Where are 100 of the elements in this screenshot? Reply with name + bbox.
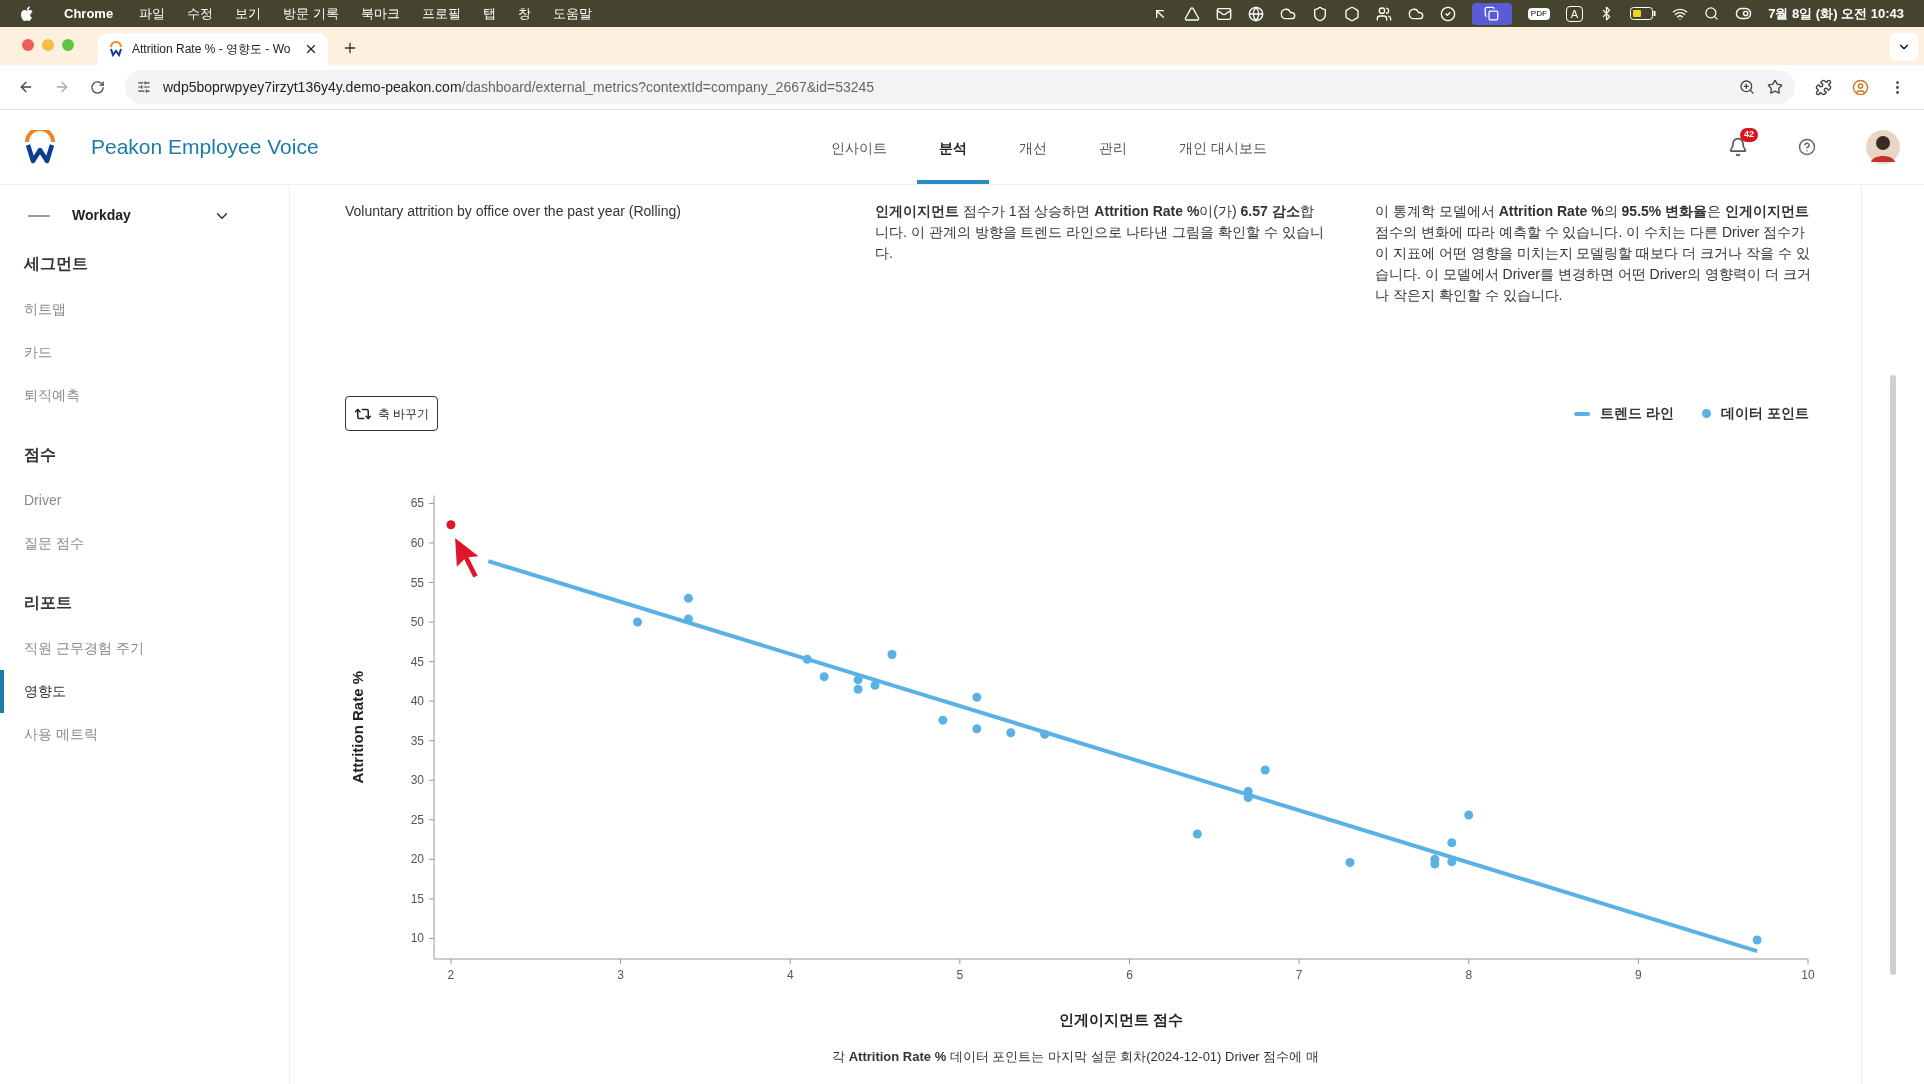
menu-item[interactable]: 프로필 bbox=[421, 3, 461, 24]
extensions-icon[interactable] bbox=[1815, 78, 1832, 96]
input-source-icon[interactable]: A bbox=[1565, 5, 1584, 22]
menu-item[interactable]: 창 bbox=[517, 3, 531, 24]
new-tab-icon[interactable] bbox=[342, 40, 358, 56]
nav-tab[interactable]: 분석 bbox=[916, 110, 989, 184]
nav-tab[interactable]: 개선 bbox=[996, 110, 1069, 184]
data-point[interactable] bbox=[819, 672, 829, 682]
pdf-status-icon[interactable]: PDF bbox=[1527, 7, 1550, 20]
y-tick-label: 55 bbox=[410, 575, 424, 590]
battery-icon[interactable] bbox=[1630, 7, 1657, 20]
app-menu[interactable]: Chrome bbox=[64, 3, 114, 24]
url-text: wdp5boprwpyey7irzyt136y4y.demo-peakon.com/dashboard/external_metrics?contextId=company_2667&id=53245 bbox=[163, 77, 875, 97]
notification-bell-icon[interactable] bbox=[1728, 137, 1748, 157]
x-tick-label: 6 bbox=[1126, 968, 1133, 982]
menu-bar-clock[interactable]: 7월 8일 (화) 오전 10:43 bbox=[1768, 3, 1904, 24]
zoom-window-icon[interactable] bbox=[62, 39, 74, 51]
data-point[interactable] bbox=[1464, 810, 1474, 820]
search-icon[interactable] bbox=[1704, 6, 1720, 21]
site-info-icon[interactable] bbox=[137, 80, 151, 94]
sidebar-heading: 점수 bbox=[23, 445, 57, 465]
account-name[interactable]: Workday bbox=[72, 205, 131, 226]
data-point[interactable] bbox=[1260, 765, 1270, 775]
nav-tab[interactable]: 관리 bbox=[1076, 110, 1149, 184]
close-window-icon[interactable] bbox=[22, 39, 34, 51]
y-tick-label: 60 bbox=[410, 535, 424, 550]
menu-item[interactable]: 방문 기록 bbox=[283, 3, 339, 24]
data-point[interactable] bbox=[887, 650, 897, 659]
control-center-icon[interactable] bbox=[1735, 5, 1753, 22]
reload-icon[interactable] bbox=[90, 79, 105, 95]
menu-item[interactable]: 보기 bbox=[235, 3, 262, 24]
close-tab-icon[interactable] bbox=[304, 42, 318, 56]
effect-description: 인게이지먼트 점수가 1점 상승하면 Attrition Rate %이(가) 6.57 감소합니다. 이 관계의 방향을 트렌드 라인으로 나타낸 그림을 확인할 수 있습니다. bbox=[875, 202, 1325, 263]
data-point[interactable] bbox=[1006, 728, 1016, 738]
menu-item[interactable]: 수정 bbox=[187, 3, 214, 24]
sidebar-heading: 리포트 bbox=[23, 593, 73, 613]
data-point[interactable] bbox=[802, 654, 812, 664]
data-point[interactable] bbox=[683, 593, 693, 603]
browser-tab[interactable]: Attrition Rate % - 영향도 - Wo bbox=[98, 33, 328, 65]
data-point[interactable] bbox=[1447, 857, 1457, 867]
data-point[interactable] bbox=[1447, 838, 1457, 848]
apple-icon[interactable] bbox=[20, 5, 34, 22]
sidebar-item[interactable]: 질문 점수 bbox=[0, 522, 289, 565]
y-tick-label: 50 bbox=[410, 615, 424, 630]
back-icon[interactable] bbox=[18, 79, 34, 95]
window-switch-icon[interactable] bbox=[1471, 2, 1512, 25]
sidebar-item[interactable]: 영향도 bbox=[0, 670, 289, 713]
data-point[interactable] bbox=[633, 617, 643, 627]
menu-item[interactable]: 북마크 bbox=[360, 3, 400, 24]
menu-item[interactable]: 파일 bbox=[139, 3, 166, 24]
menu-item[interactable]: 도움말 bbox=[552, 3, 592, 24]
data-point[interactable] bbox=[853, 675, 863, 685]
sidebar-item[interactable]: 사용 메트릭 bbox=[0, 713, 289, 756]
data-point[interactable] bbox=[938, 715, 948, 725]
scrollbar-thumb[interactable] bbox=[1890, 375, 1896, 975]
triangle-icon[interactable] bbox=[1183, 5, 1200, 22]
data-point[interactable] bbox=[1430, 859, 1440, 869]
y-tick-label: 25 bbox=[410, 812, 424, 827]
data-point[interactable] bbox=[853, 684, 863, 694]
globe-icon[interactable] bbox=[1247, 5, 1264, 22]
data-point[interactable] bbox=[683, 614, 693, 624]
data-point[interactable] bbox=[446, 520, 456, 530]
shield-icon[interactable] bbox=[1311, 5, 1328, 22]
tab-title: Attrition Rate % - 영향도 - Wo bbox=[132, 41, 292, 58]
menu-item[interactable]: 탭 bbox=[482, 3, 496, 24]
zoom-icon[interactable] bbox=[1739, 79, 1755, 95]
people-icon[interactable] bbox=[1375, 5, 1392, 22]
data-point[interactable] bbox=[1243, 793, 1253, 803]
forward-icon[interactable] bbox=[54, 79, 70, 95]
sidebar-item[interactable]: 카드 bbox=[0, 331, 289, 374]
data-point[interactable] bbox=[870, 680, 880, 690]
hexagon-icon[interactable] bbox=[1343, 5, 1360, 22]
logo-icon bbox=[24, 130, 56, 164]
data-point[interactable] bbox=[1345, 858, 1355, 867]
sidebar-item[interactable]: Driver bbox=[0, 479, 289, 522]
profile-icon[interactable] bbox=[1852, 78, 1869, 96]
sidebar-item[interactable]: 퇴직예측 bbox=[0, 374, 289, 417]
sidebar-item[interactable]: 히트맵 bbox=[0, 288, 289, 331]
mail-icon[interactable] bbox=[1215, 5, 1232, 22]
check-circle-icon[interactable] bbox=[1439, 5, 1456, 22]
data-point[interactable] bbox=[1752, 935, 1762, 945]
model-description: 이 통계학 모델에서 Attrition Rate %의 95.5% 변화율은 인게이지먼트 점수의 변화에 따라 예측할 수 있습니다. 이 수치는 다른 Driver 점수가 이 지표에 어떤 영향을 미치는지 모델링할 때보다 더 크거나 작을 수 있습니다. 이 모델에서 Driver를 변경하면 어떤 Driver의 영향력이 더 크거나 작은지 확인할 수 있습니다. bbox=[1375, 202, 1812, 305]
data-point[interactable] bbox=[972, 692, 982, 702]
tab-favicon-icon bbox=[108, 41, 124, 57]
sidebar-item[interactable]: 직원 근무경험 주기 bbox=[0, 627, 289, 670]
data-point[interactable] bbox=[1040, 729, 1050, 739]
user-avatar[interactable] bbox=[1866, 130, 1900, 164]
bookmark-star-icon[interactable] bbox=[1767, 79, 1783, 95]
nav-tab[interactable]: 개인 대시보드 bbox=[1156, 110, 1289, 184]
nav-tab[interactable]: 인사이트 bbox=[808, 110, 909, 184]
legend-line-icon bbox=[1574, 411, 1591, 416]
y-tick-label: 20 bbox=[410, 852, 424, 867]
swap-axes-button[interactable]: 축 바꾸기 bbox=[345, 396, 439, 431]
legend-label: 트렌드 라인 bbox=[1600, 404, 1675, 423]
data-point[interactable] bbox=[972, 724, 982, 734]
help-icon[interactable] bbox=[1798, 138, 1816, 156]
data-point[interactable] bbox=[1192, 829, 1202, 839]
tab-list-icon[interactable] bbox=[1890, 33, 1918, 61]
address-bar[interactable]: wdp5boprwpyey7irzyt136y4y.demo-peakon.com/dashboard/external_metrics?contextId=company_2667&id=53245 bbox=[125, 70, 1795, 104]
app-title: Peakon Employee Voice bbox=[91, 134, 319, 161]
